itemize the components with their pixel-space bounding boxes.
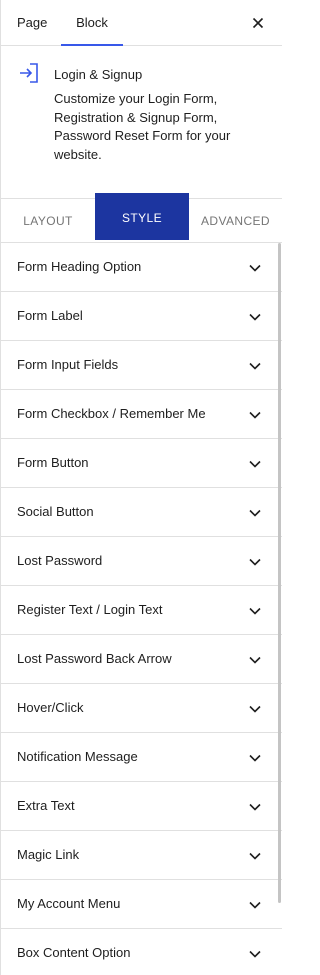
panel-toggle[interactable]: Lost Password Back Arrow (1, 635, 282, 684)
style-panels: Form Heading Option Form Label Form Input … (1, 243, 282, 975)
panel-title: Form Button (17, 455, 89, 470)
chevron-down-icon (248, 506, 262, 520)
panel-toggle[interactable]: Form Button (1, 439, 282, 488)
panel-title: Magic Link (17, 847, 80, 862)
panel-toggle[interactable]: Social Button (1, 488, 282, 537)
panel-toggle[interactable]: Magic Link (1, 831, 282, 880)
block-title: Login & Signup (54, 67, 143, 82)
close-icon (252, 17, 264, 29)
panel-toggle[interactable]: Form Label (1, 292, 282, 341)
panel-title: Lost Password (17, 553, 103, 568)
inspector-tabs: LAYOUT STYLE ADVANCED (1, 193, 282, 243)
panel-title: Extra Text (17, 798, 75, 813)
tab-advanced[interactable]: ADVANCED (189, 199, 282, 243)
panel-title: My Account Menu (17, 896, 121, 911)
panel-title: Register Text / Login Text (17, 602, 163, 617)
chevron-down-icon (248, 261, 262, 275)
chevron-down-icon (248, 849, 262, 863)
tab-page[interactable]: Page (17, 0, 47, 46)
scrollbar[interactable] (278, 243, 281, 903)
panel-toggle[interactable]: Form Checkbox / Remember Me (1, 390, 282, 439)
panel-toggle[interactable]: Extra Text (1, 782, 282, 831)
panel-toggle[interactable]: Box Content Option (1, 929, 282, 975)
block-settings-panel: Page Block Login & Signup Customize your… (0, 0, 282, 975)
panel-title: Form Input Fields (17, 357, 119, 372)
panel-title: Form Checkbox / Remember Me (17, 406, 206, 421)
panel-title: Form Label (17, 308, 83, 323)
panel-toggle[interactable]: Lost Password (1, 537, 282, 586)
chevron-down-icon (248, 947, 262, 961)
tab-layout[interactable]: LAYOUT (1, 199, 95, 243)
panel-toggle[interactable]: Hover/Click (1, 684, 282, 733)
panel-toggle[interactable]: Form Input Fields (1, 341, 282, 390)
panel-title: Form Heading Option (17, 259, 142, 274)
chevron-down-icon (248, 898, 262, 912)
close-button[interactable] (248, 13, 268, 33)
panel-title: Box Content Option (17, 945, 131, 960)
panel-title: Lost Password Back Arrow (17, 651, 172, 666)
chevron-down-icon (248, 359, 262, 373)
chevron-down-icon (248, 702, 262, 716)
chevron-down-icon (248, 310, 262, 324)
tab-block[interactable]: Block (61, 0, 123, 46)
chevron-down-icon (248, 751, 262, 765)
panel-title: Hover/Click (17, 700, 84, 715)
chevron-down-icon (248, 408, 262, 422)
chevron-down-icon (248, 457, 262, 471)
login-arrow-icon (17, 61, 41, 85)
panel-toggle[interactable]: Notification Message (1, 733, 282, 782)
panel-toggle[interactable]: Form Heading Option (1, 243, 282, 292)
sidebar-tabs: Page Block (1, 0, 282, 46)
panel-title: Notification Message (17, 749, 138, 764)
chevron-down-icon (248, 555, 262, 569)
chevron-down-icon (248, 653, 262, 667)
panel-title: Social Button (17, 504, 94, 519)
chevron-down-icon (248, 604, 262, 618)
block-description: Customize your Login Form, Registration … (54, 91, 231, 162)
chevron-down-icon (248, 800, 262, 814)
block-card: Login & Signup Customize your Login Form… (1, 46, 282, 199)
panel-toggle[interactable]: My Account Menu (1, 880, 282, 929)
panel-toggle[interactable]: Register Text / Login Text (1, 586, 282, 635)
tab-style[interactable]: STYLE (95, 193, 189, 240)
